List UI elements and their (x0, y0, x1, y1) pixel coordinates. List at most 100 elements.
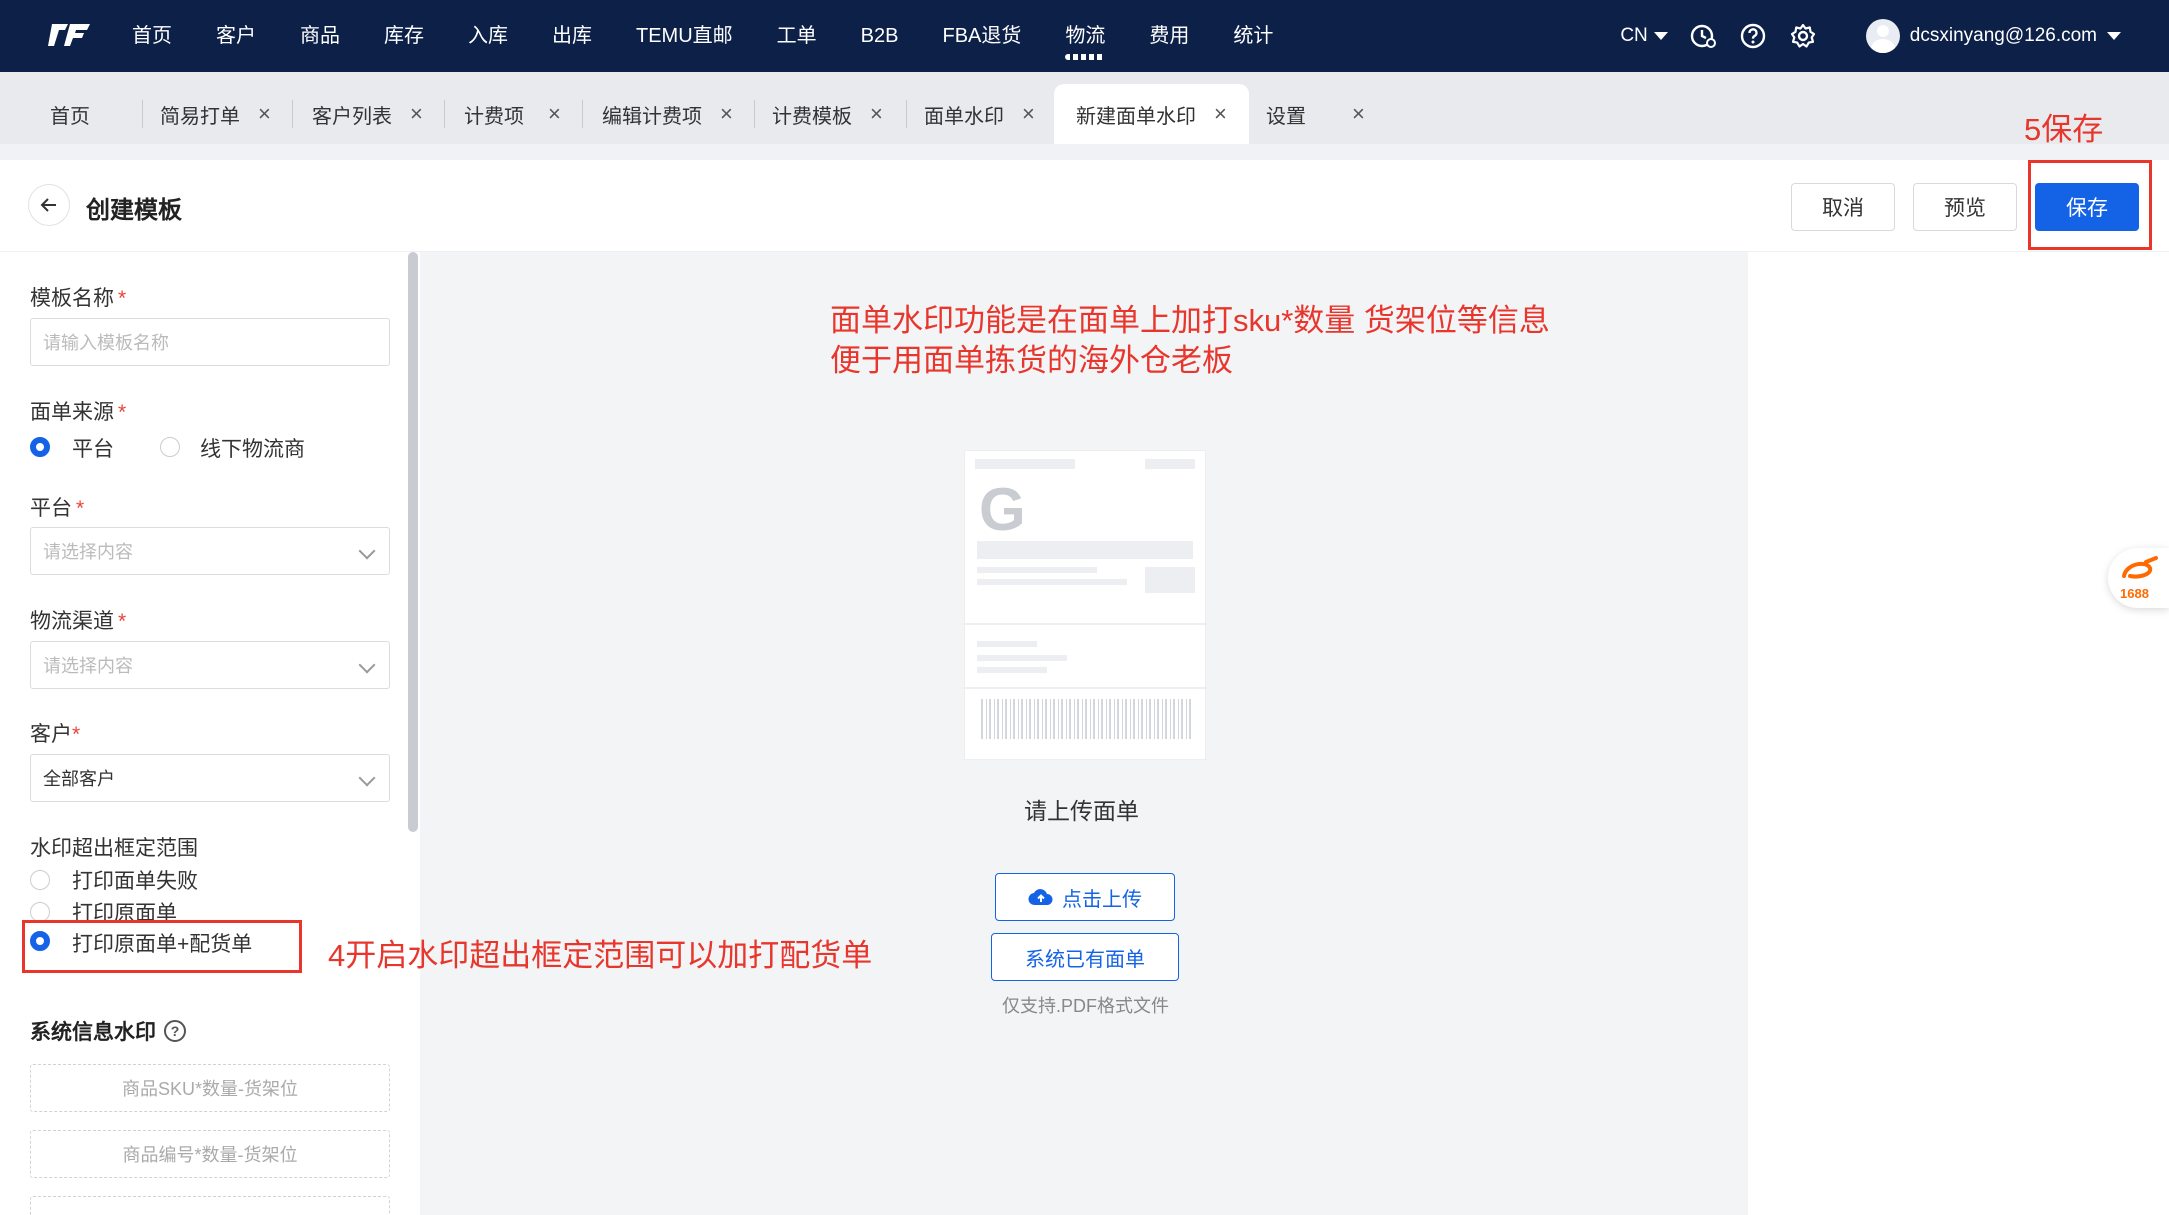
close-icon[interactable]: × (258, 101, 271, 127)
main-nav: 首页 客户 商品 库存 入库 出库 TEMU直邮 工单 B2B FBA退货 物流… (110, 0, 1295, 72)
chevron-down-icon (1653, 32, 1668, 40)
right-panel (1748, 252, 2169, 1215)
watermark-sku-button[interactable]: 商品SKU*数量-货架位 (30, 1064, 390, 1112)
close-icon[interactable]: × (1214, 101, 1227, 127)
tab-label-watermark[interactable]: 面单水印 × (924, 84, 1035, 144)
cancel-button[interactable]: 取消 (1791, 183, 1895, 231)
overflow-radio-original[interactable] (30, 902, 50, 922)
language-switch[interactable]: CN (1620, 25, 1668, 47)
nav-item-inbound[interactable]: 入库 (446, 0, 530, 72)
chevron-down-icon (358, 542, 376, 560)
close-icon[interactable]: × (1022, 101, 1035, 127)
tab-label: 客户列表 (312, 105, 392, 128)
1688-widget[interactable]: 1688 (2108, 548, 2169, 608)
logo-icon[interactable] (46, 16, 94, 52)
nav-item-fba-returns[interactable]: FBA退货 (920, 0, 1043, 72)
channel-select[interactable]: 请选择内容 (30, 641, 390, 689)
nav-item-home[interactable]: 首页 (110, 0, 194, 72)
overflow-radio-fail[interactable] (30, 870, 50, 890)
customer-select[interactable]: 全部客户 (30, 754, 390, 802)
help-icon[interactable] (1738, 21, 1768, 51)
chevron-down-icon (358, 769, 376, 787)
nav-item-customers[interactable]: 客户 (194, 0, 278, 72)
close-icon[interactable]: × (720, 101, 733, 127)
arrow-left-icon (40, 198, 56, 212)
tab-label: 计费模板 (772, 105, 852, 128)
nav-item-tickets[interactable]: 工单 (755, 0, 839, 72)
template-name-input[interactable]: 请输入模板名称 (30, 318, 390, 366)
template-name-label: 模板名称 * (30, 287, 127, 310)
tab-edit-billing-item[interactable]: 编辑计费项 × (602, 84, 733, 144)
channel-label: 物流渠道 * (30, 610, 127, 633)
form-scrollbar[interactable] (408, 252, 418, 832)
upload-button-label: 点击上传 (1062, 888, 1142, 911)
tab-label: 编辑计费项 (602, 105, 702, 128)
top-navbar: 首页 客户 商品 库存 入库 出库 TEMU直邮 工单 B2B FBA退货 物流… (0, 0, 2169, 72)
tab-customer-list[interactable]: 客户列表 × (312, 84, 423, 144)
tab-label: 首页 (50, 105, 90, 128)
nav-item-fees[interactable]: 费用 (1127, 0, 1211, 72)
cloud-upload-icon (1028, 889, 1053, 906)
tab-simple-print[interactable]: 简易打单 × (160, 84, 271, 144)
nav-item-logistics[interactable]: 物流 (1043, 0, 1127, 72)
annotation-box-step5 (2028, 160, 2152, 250)
user-menu[interactable]: dcsxinyang@126.com (1865, 19, 2121, 53)
upload-hint: 请上传面单 (1024, 798, 1139, 824)
chevron-down-icon (358, 656, 376, 674)
annotation-intro-line1: 面单水印功能是在面单上加打sku*数量 货架位等信息 (830, 303, 1550, 338)
user-email: dcsxinyang@126.com (1909, 25, 2097, 46)
upload-button[interactable]: 点击上传 (995, 873, 1175, 921)
tab-billing-items[interactable]: 计费项 × (464, 84, 561, 144)
nav-item-inventory[interactable]: 库存 (362, 0, 446, 72)
overflow-option-fail: 打印面单失败 (72, 870, 198, 893)
watermark-code-button[interactable]: 商品编号*数量-货架位 (30, 1130, 390, 1178)
label-preview-image: G (964, 450, 1207, 760)
nav-item-outbound[interactable]: 出库 (530, 0, 614, 72)
nav-right: CN dcsxinyang@126.com (1620, 0, 2169, 72)
annotation-box-step4 (22, 920, 302, 973)
tab-label: 计费项 (464, 105, 524, 128)
nav-item-products[interactable]: 商品 (278, 0, 362, 72)
close-icon[interactable]: × (1352, 101, 1365, 127)
preview-letter: G (979, 476, 1026, 543)
clock-icon[interactable] (1688, 21, 1718, 51)
tab-label: 简易打单 (160, 105, 240, 128)
close-icon[interactable]: × (870, 101, 883, 127)
tab-label: 设置 (1266, 105, 1306, 128)
source-option-offline: 线下物流商 (200, 438, 305, 461)
nav-item-b2b[interactable]: B2B (839, 0, 921, 72)
tab-home[interactable]: 首页 (50, 84, 90, 144)
tabs-bar: 首页 简易打单 × 客户列表 × 计费项 × 编辑计费项 × 计费模板 × 面单水印 × 新… (0, 72, 2169, 144)
gear-icon[interactable] (1788, 21, 1818, 51)
nav-item-stats[interactable]: 统计 (1211, 0, 1295, 72)
question-icon[interactable]: ? (164, 1020, 186, 1042)
annotation-step4: 4开启水印超出框定范围可以加打配货单 (328, 938, 873, 973)
language-label: CN (1620, 25, 1648, 46)
1688-label: 1688 (2120, 586, 2149, 601)
annotation-step5: 5保存 (2024, 112, 2104, 147)
platform-label: 平台 * (30, 497, 85, 520)
tab-new-label-watermark[interactable]: 新建面单水印 × (1054, 84, 1249, 144)
source-radio-platform[interactable] (30, 437, 50, 457)
existing-label-button[interactable]: 系统已有面单 (991, 933, 1179, 981)
page-header: 创建模板 取消 预览 保存 (0, 160, 2169, 252)
tab-billing-template[interactable]: 计费模板 × (772, 84, 883, 144)
close-icon[interactable]: × (548, 101, 561, 127)
overflow-label: 水印超出框定范围 (30, 837, 198, 860)
back-button[interactable] (28, 184, 70, 226)
annotation-intro-line2: 便于用面单拣货的海外仓老板 (830, 343, 1233, 378)
chevron-down-icon (2107, 32, 2121, 40)
platform-select[interactable]: 请选择内容 (30, 527, 390, 575)
page-title: 创建模板 (86, 197, 182, 224)
avatar (1865, 19, 1900, 53)
preview-button[interactable]: 预览 (1913, 183, 2017, 231)
source-radio-offline[interactable] (160, 437, 180, 457)
watermark-more-button[interactable] (30, 1196, 390, 1215)
nav-item-temu[interactable]: TEMU直邮 (614, 0, 755, 72)
tab-settings[interactable]: 设置 × (1266, 84, 1365, 144)
close-icon[interactable]: × (410, 101, 423, 127)
source-option-platform: 平台 (72, 438, 114, 461)
tab-label: 面单水印 (924, 105, 1004, 128)
system-watermark-title: 系统信息水印? (30, 1016, 186, 1046)
template-form: 模板名称 * 请输入模板名称 面单来源 * 平台 线下物流商 平台 * 请选择内容 物… (0, 252, 420, 1215)
